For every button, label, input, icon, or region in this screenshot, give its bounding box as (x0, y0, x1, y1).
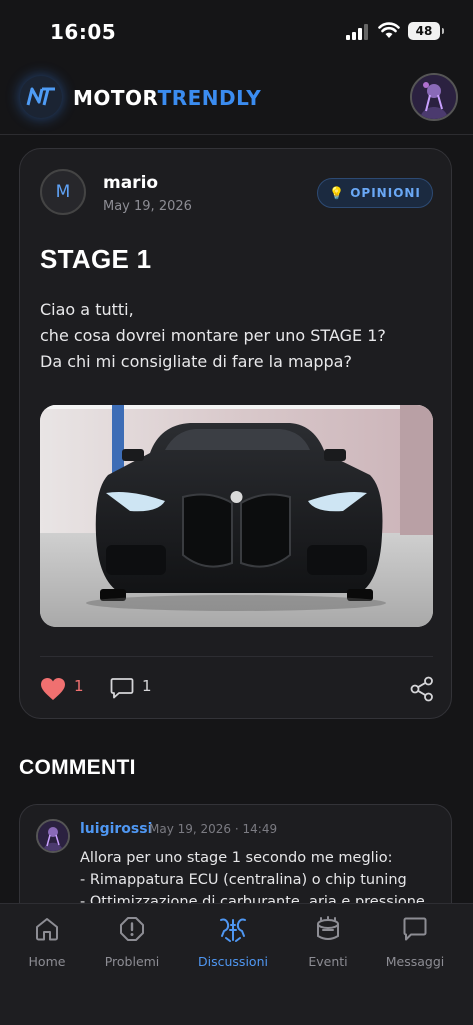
tab-label: Home (28, 954, 66, 969)
tab-messaggi[interactable]: Messaggi (368, 916, 462, 969)
post-date: May 19, 2026 (103, 199, 192, 214)
home-icon (36, 918, 58, 941)
profile-avatar[interactable] (410, 73, 458, 121)
logo-icon[interactable] (20, 76, 62, 118)
comment-icon[interactable] (110, 677, 134, 699)
like-count: 1 (74, 677, 84, 695)
tab-label: Discussioni (198, 954, 268, 969)
heart-icon[interactable] (40, 677, 66, 701)
comment-count: 1 (142, 677, 152, 695)
share-icon[interactable] (410, 676, 434, 702)
category-label: OPINIONI (350, 186, 421, 200)
post-body-line: che cosa dovrei montare per uno STAGE 1? (40, 326, 386, 345)
post-body-line: Da chi mi consigliate di fare la mappa? (40, 352, 352, 371)
post-body-line: Ciao a tutti, (40, 300, 134, 319)
post-body: Ciao a tutti, che cosa dovrei montare pe… (40, 297, 435, 375)
comments-heading: COMMENTI (19, 756, 136, 779)
tab-discussioni[interactable]: Discussioni (186, 916, 280, 969)
wifi-icon (378, 22, 400, 38)
tab-label: Problemi (104, 954, 160, 969)
comment-line: Allora per uno stage 1 secondo me meglio… (80, 850, 393, 866)
status-time: 16:05 (50, 20, 117, 44)
commenter-avatar[interactable] (36, 819, 70, 853)
app-header: MOTORTRENDLY (0, 62, 473, 135)
post-card[interactable]: M mario May 19, 2026 💡 OPINIONI STAGE 1 … (19, 148, 452, 719)
tab-eventi[interactable]: Eventi (281, 916, 375, 969)
signal-icon (346, 24, 368, 40)
tab-home[interactable]: Home (0, 916, 94, 969)
alert-icon (120, 917, 144, 941)
message-icon (403, 917, 427, 941)
tab-problemi[interactable]: Problemi (85, 916, 179, 969)
category-badge[interactable]: 💡 OPINIONI (317, 178, 433, 208)
tab-label: Messaggi (385, 954, 445, 969)
lightbulb-icon: 💡 (329, 186, 346, 200)
author-avatar[interactable]: M (40, 169, 86, 215)
status-bar: 16:05 48 (0, 0, 473, 62)
commenter-username[interactable]: luigirossi (80, 821, 152, 837)
bottom-tab-bar: Home Problemi Discussioni Eventi Messagg… (0, 903, 473, 1025)
tab-label: Eventi (308, 954, 348, 969)
post-image[interactable] (40, 405, 433, 627)
brand-logo-text: MOTORTRENDLY (73, 86, 262, 110)
post-title: STAGE 1 (40, 244, 152, 274)
divider (40, 656, 433, 657)
comment-line: - Rimappatura ECU (centralina) o chip tu… (80, 872, 407, 888)
event-icon (317, 916, 339, 940)
battery-indicator: 48 (408, 22, 444, 40)
discussions-icon (220, 918, 246, 942)
author-name[interactable]: mario (103, 173, 158, 193)
comment-date: May 19, 2026 · 14:49 (149, 822, 278, 836)
